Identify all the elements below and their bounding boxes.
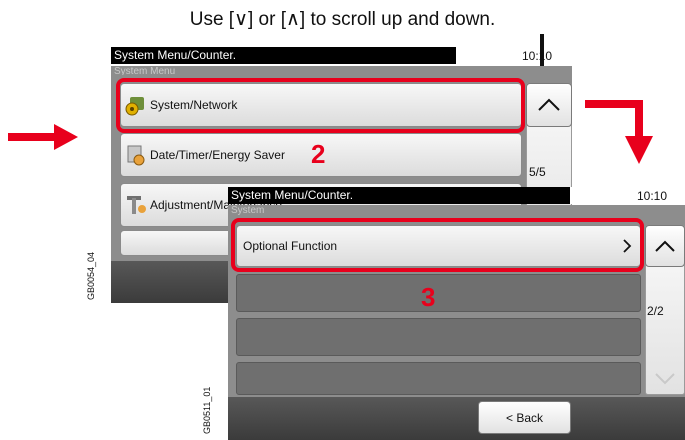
highlight-system-network xyxy=(116,78,525,133)
date-timer-icon xyxy=(127,145,145,166)
title-bar: System Menu/Counter. xyxy=(228,187,570,204)
arrow-down-icon xyxy=(585,100,653,164)
list-row-empty xyxy=(236,362,641,395)
list-row-empty xyxy=(236,318,641,356)
instruction-text: Use [∨] or [∧] to scroll up and down. xyxy=(189,9,496,30)
step-number-2: 2 xyxy=(311,139,326,169)
page-indicator: 2/2 xyxy=(647,304,664,318)
wrench-icon xyxy=(127,196,146,214)
bottom-bar xyxy=(228,397,685,440)
scroll-up-button[interactable] xyxy=(526,83,572,127)
clock-bg xyxy=(570,187,685,204)
back-button[interactable]: < Back xyxy=(478,401,571,434)
scroll-down-button[interactable] xyxy=(645,362,685,395)
step-number-3: 3 xyxy=(421,282,436,312)
arrow-right-icon xyxy=(8,124,78,150)
list-row-empty xyxy=(236,274,641,312)
chevron-down-icon xyxy=(655,373,675,385)
title-bar: System Menu/Counter. xyxy=(111,47,456,64)
clock: 10:10 xyxy=(637,189,668,203)
subtitle-strip: System Menu xyxy=(111,66,572,75)
highlight-optional-function xyxy=(231,218,644,272)
subtitle-strip: System xyxy=(228,205,685,215)
scroll-up-button[interactable] xyxy=(645,225,685,267)
image-code: GB0054_04 xyxy=(86,251,96,300)
page-indicator: 5/5 xyxy=(529,165,546,179)
menu-item-label: Date/Timer/Energy Saver xyxy=(150,148,285,162)
chevron-up-icon xyxy=(538,98,560,111)
clock: 10:10 xyxy=(522,49,553,63)
screen-2: System Menu/Counter. 10:10 System Option… xyxy=(228,187,685,440)
chevron-up-icon xyxy=(655,240,675,252)
image-code: GB0511_01 xyxy=(202,386,212,434)
